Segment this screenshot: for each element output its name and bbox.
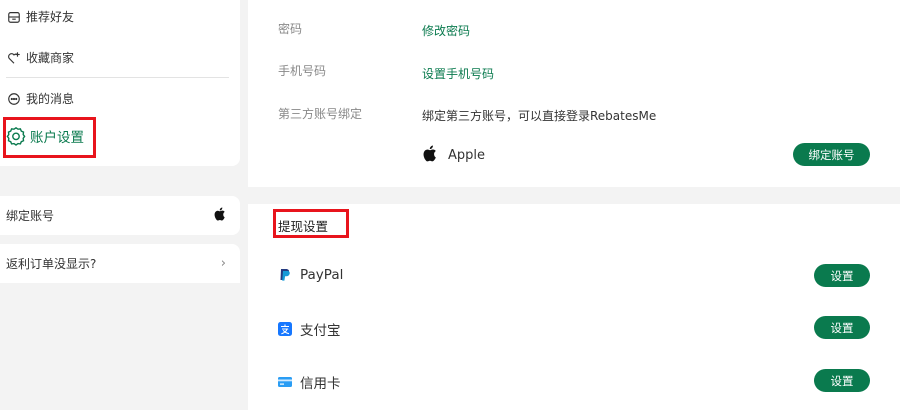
paypal-icon: [278, 268, 292, 282]
withdraw-method-credit-card: 信用卡: [278, 372, 341, 392]
sidebar-item-favorites[interactable]: 收藏商家: [6, 49, 74, 66]
bind-apple-account-button[interactable]: 绑定账号: [793, 143, 870, 166]
rebate-missing-label: 返利订单没显示?: [6, 257, 97, 271]
apple-provider-row: Apple: [422, 145, 485, 166]
change-password-link[interactable]: 修改密码: [422, 22, 470, 39]
gift-box-icon: [6, 9, 21, 24]
apple-icon: [422, 145, 448, 166]
withdraw-method-alipay: 支付宝: [278, 319, 341, 339]
set-phone-link[interactable]: 设置手机号码: [422, 65, 494, 82]
sidebar-item-account-settings[interactable]: 账户设置: [6, 126, 84, 146]
sidebar-item-label: 我的消息: [26, 92, 75, 106]
alipay-icon: [278, 322, 292, 336]
bind-account-label: 绑定账号: [6, 209, 55, 223]
withdraw-settings-title: 提现设置: [278, 219, 329, 234]
credit-card-icon: [278, 375, 292, 389]
account-settings-panel: 密码 修改密码 手机号码 设置手机号码 第三方账号绑定 绑定第三方账号，可以直接…: [248, 0, 900, 187]
paypal-setup-button[interactable]: 设置: [814, 264, 870, 287]
heart-plus-icon: [6, 50, 21, 65]
apple-provider-label: Apple: [448, 148, 486, 163]
withdraw-method-paypal: PayPal: [278, 267, 343, 283]
sidebar-item-label: 推荐好友: [26, 10, 75, 24]
paypal-label: PayPal: [300, 267, 344, 283]
apple-icon: [213, 207, 226, 224]
third-party-description: 绑定第三方账号，可以直接登录RebatesMe: [422, 109, 657, 123]
alipay-label: 支付宝: [300, 323, 341, 339]
sidebar-divider: [6, 77, 229, 78]
password-label: 密码: [278, 22, 303, 36]
sidebar-menu: 推荐好友 收藏商家 我的消息 账户设置: [0, 0, 240, 166]
chat-bubble-icon: [6, 91, 21, 106]
credit-card-setup-button[interactable]: 设置: [814, 369, 870, 392]
sidebar-item-label: 账户设置: [30, 130, 84, 146]
sidebar-item-messages[interactable]: 我的消息: [6, 90, 74, 107]
chevron-right-icon: ›: [220, 256, 226, 271]
third-party-label: 第三方账号绑定: [278, 107, 363, 121]
alipay-setup-button[interactable]: 设置: [814, 316, 870, 339]
credit-card-label: 信用卡: [300, 376, 341, 392]
withdraw-settings-panel: 提现设置 PayPal 设置 支付宝 设置 信用卡 设置: [248, 204, 900, 410]
sidebar-bind-account[interactable]: 绑定账号: [0, 196, 240, 235]
sidebar-item-label: 收藏商家: [26, 51, 75, 65]
phone-label: 手机号码: [278, 64, 327, 78]
sidebar-item-refer-friends[interactable]: 推荐好友: [6, 8, 74, 25]
gear-icon: [6, 126, 26, 146]
sidebar-rebate-missing[interactable]: 返利订单没显示? ›: [0, 244, 240, 283]
